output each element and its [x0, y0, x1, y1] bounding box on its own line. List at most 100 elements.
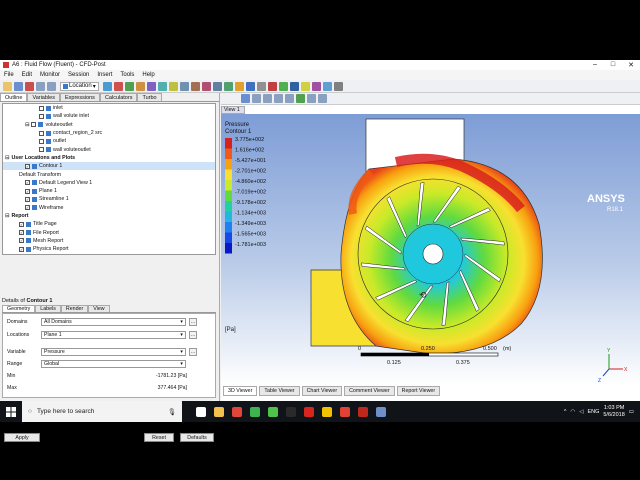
visibility-checkbox[interactable] [39, 105, 44, 111]
cfd-post-icon[interactable] [376, 406, 386, 417]
tab-chart-viewer[interactable]: Chart Viewer [301, 386, 343, 396]
select-icon[interactable] [241, 94, 250, 103]
tree-item[interactable]: ✓ Default Legend View 1 [3, 179, 215, 187]
tree-item[interactable]: ✓ Streamline 1 [3, 195, 215, 203]
rotate-icon[interactable] [252, 94, 261, 103]
tab-expressions[interactable]: Expressions [59, 93, 100, 101]
visibility-checkbox[interactable]: ✓ [25, 180, 30, 186]
visibility-checkbox[interactable] [31, 122, 37, 128]
visibility-checkbox[interactable] [39, 147, 44, 153]
menu-session[interactable]: Session [68, 72, 89, 78]
domains-browse-button[interactable]: … [189, 318, 197, 326]
legend-icon[interactable] [179, 81, 189, 91]
menu-tools[interactable]: Tools [120, 72, 134, 78]
microphone-icon[interactable]: 🎙 [168, 408, 176, 416]
particle-track-icon[interactable] [135, 81, 145, 91]
volume-icon[interactable]: ◁ [579, 409, 583, 415]
tab-outline[interactable]: Outline [0, 93, 28, 101]
tree-item[interactable]: wall volute inlet [3, 112, 215, 120]
open-icon[interactable] [3, 81, 12, 91]
variable-icon[interactable] [212, 81, 222, 91]
acrobat-icon[interactable] [304, 406, 314, 417]
tab-comment-viewer[interactable]: Comment Viewer [344, 386, 395, 396]
menu-insert[interactable]: Insert [97, 72, 112, 78]
file-explorer-icon[interactable] [214, 406, 224, 417]
clip-plane-icon[interactable] [190, 81, 200, 91]
menu-help[interactable]: Help [142, 72, 154, 78]
range-dropdown[interactable]: Global ▾ [41, 360, 186, 368]
text-icon[interactable] [168, 81, 178, 91]
tab-labels[interactable]: Labels [35, 305, 61, 312]
visibility-checkbox[interactable] [39, 113, 44, 119]
tab-turbo[interactable]: Turbo [137, 93, 162, 101]
gmail-icon[interactable] [340, 406, 350, 417]
outline-tree[interactable]: inlet wall volute inlet ⊟ voluteoutlet conta… [2, 103, 216, 255]
visibility-checkbox[interactable]: ✓ [25, 196, 30, 202]
variable-browse-button[interactable]: … [189, 348, 197, 356]
variable-dropdown[interactable]: Pressure ▾ [41, 348, 186, 356]
save-icon[interactable] [14, 81, 23, 91]
clock[interactable]: 1:03 PM 5/6/2018 [603, 405, 624, 419]
quick-editor-icon[interactable] [289, 81, 299, 91]
visibility-checkbox[interactable]: ✓ [25, 205, 30, 211]
tab-table-viewer[interactable]: Table Viewer [259, 386, 300, 396]
visibility-checkbox[interactable]: ✓ [19, 246, 24, 252]
tree-item[interactable]: outlet [3, 137, 215, 145]
pan-icon[interactable] [263, 94, 272, 103]
notifications-icon[interactable]: ▭ [629, 409, 634, 415]
tree-item[interactable]: inlet [3, 104, 215, 112]
chevron-up-icon[interactable]: ^ [564, 409, 567, 415]
tree-item[interactable]: ⊟ voluteoutlet [3, 121, 215, 129]
location-menu[interactable]: Location ▾ [60, 81, 99, 91]
tab-3d-viewer[interactable]: 3D Viewer [223, 386, 258, 396]
tab-report-viewer[interactable]: Report Viewer [396, 386, 441, 396]
reset-button[interactable]: Reset [144, 433, 174, 442]
contour-icon[interactable] [102, 81, 112, 91]
domains-dropdown[interactable]: All Domains ▾ [41, 318, 186, 326]
tree-item[interactable]: ✓ Wireframe [3, 204, 215, 212]
isosurface-icon[interactable] [157, 81, 167, 91]
task-view-icon[interactable] [196, 406, 206, 417]
tab-variables[interactable]: Variables [27, 93, 60, 101]
color-map-icon[interactable] [201, 81, 211, 91]
tree-item[interactable]: contact_region_2 src [3, 129, 215, 137]
visibility-checkbox[interactable]: ✓ [25, 188, 30, 194]
menu-monitor[interactable]: Monitor [40, 72, 60, 78]
locations-dropdown[interactable]: Plane 1 ▾ [41, 331, 186, 339]
tab-view[interactable]: View [88, 305, 110, 312]
defaults-button[interactable]: Defaults [180, 433, 214, 442]
tree-item[interactable]: ⊟ User Locations and Plots [3, 154, 215, 162]
tree-item[interactable]: ✓ Mesh Report [3, 237, 215, 245]
start-button[interactable] [0, 401, 22, 422]
turbo-icon[interactable] [333, 81, 343, 91]
language-indicator[interactable]: ENG [587, 409, 599, 415]
tree-item[interactable]: Default Transform [3, 170, 215, 178]
vector-icon[interactable] [113, 81, 123, 91]
app-red-icon[interactable] [358, 406, 368, 417]
animation-icon[interactable] [278, 81, 288, 91]
expander-icon[interactable]: ⊟ [5, 213, 9, 219]
zoom-icon[interactable] [274, 94, 283, 103]
expander-icon[interactable]: ⊟ [5, 155, 9, 161]
tree-item[interactable]: ⊟ Report [3, 212, 215, 220]
volume-render-icon[interactable] [146, 81, 156, 91]
figure-icon[interactable] [267, 81, 277, 91]
tree-item[interactable]: ✓ File Report [3, 228, 215, 236]
undo-icon[interactable] [36, 81, 45, 91]
tree-item[interactable]: ✓ Plane 1 [3, 187, 215, 195]
visibility-checkbox[interactable]: ✓ [19, 238, 24, 244]
tree-item[interactable]: ✓ Physics Report [3, 245, 215, 253]
streamline-icon[interactable] [124, 81, 134, 91]
zoom-box-icon[interactable] [285, 94, 294, 103]
ansys-icon[interactable] [322, 406, 332, 417]
tree-item[interactable]: ✓ Title Page [3, 220, 215, 228]
visibility-checkbox[interactable]: ✓ [19, 230, 24, 236]
visibility-checkbox[interactable] [39, 138, 44, 144]
tree-item[interactable]: wall voluteoutlet [3, 145, 215, 153]
visibility-checkbox[interactable] [39, 130, 44, 136]
redo-icon[interactable] [47, 81, 56, 91]
tab-calculators[interactable]: Calculators [99, 93, 138, 101]
taskbar-search[interactable]: ○ Type here to search 🎙 [22, 401, 182, 422]
print-icon[interactable] [25, 81, 34, 91]
fit-view-icon[interactable] [296, 94, 305, 103]
